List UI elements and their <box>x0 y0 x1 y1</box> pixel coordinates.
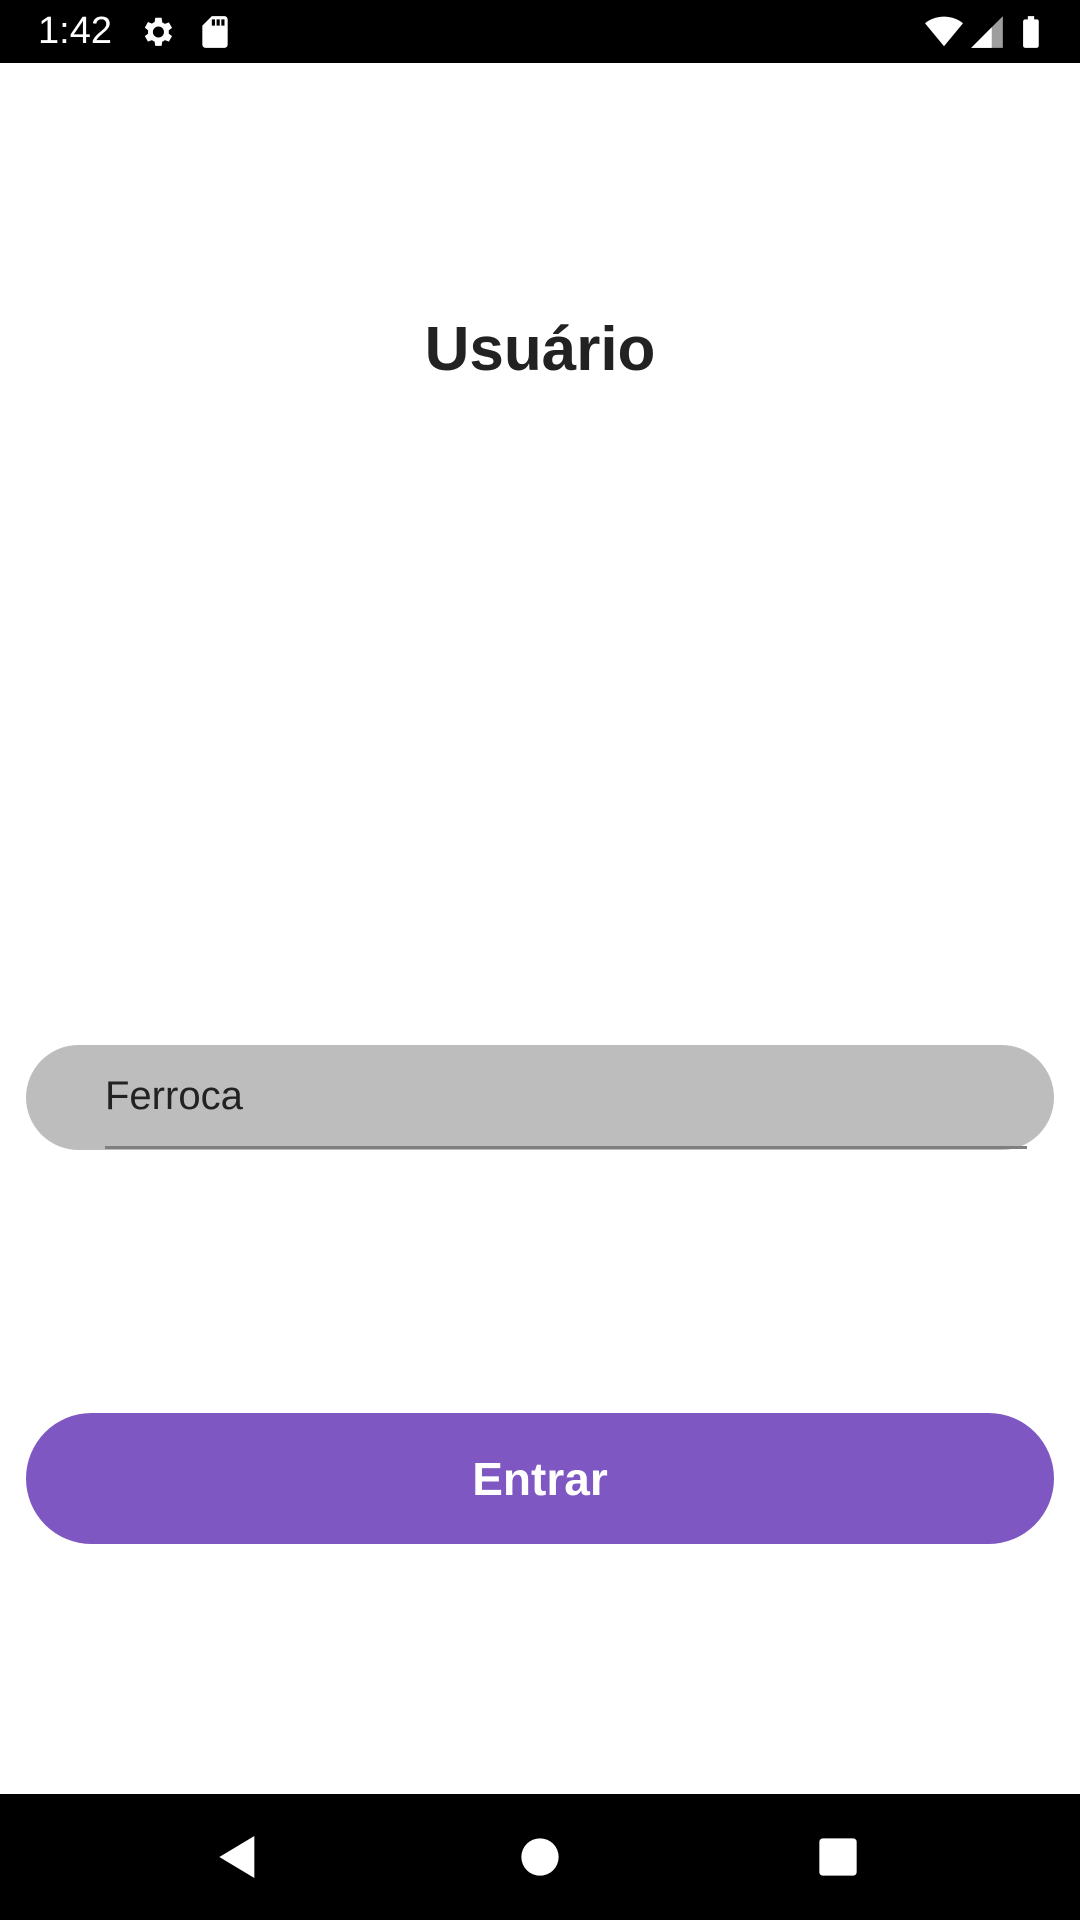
recents-icon[interactable] <box>810 1829 866 1885</box>
gear-icon <box>138 13 176 51</box>
enter-button[interactable]: Entrar <box>26 1413 1054 1544</box>
input-underline <box>105 1146 1027 1149</box>
username-input-container[interactable] <box>26 1045 1054 1150</box>
cell-signal-icon <box>968 13 1006 51</box>
status-time: 1:42 <box>38 10 112 52</box>
home-icon[interactable] <box>512 1829 568 1885</box>
username-input[interactable] <box>79 1045 1004 1148</box>
navigation-bar <box>0 1794 1080 1920</box>
app-screen: 1:42 Usuário Entrar <box>0 0 1080 1920</box>
back-icon[interactable] <box>210 1829 266 1885</box>
wifi-icon <box>922 13 966 51</box>
page-title: Usuário <box>424 315 656 384</box>
battery-icon <box>1012 13 1050 51</box>
sd-card-icon <box>196 13 234 51</box>
status-bar: 1:42 <box>0 0 1080 63</box>
